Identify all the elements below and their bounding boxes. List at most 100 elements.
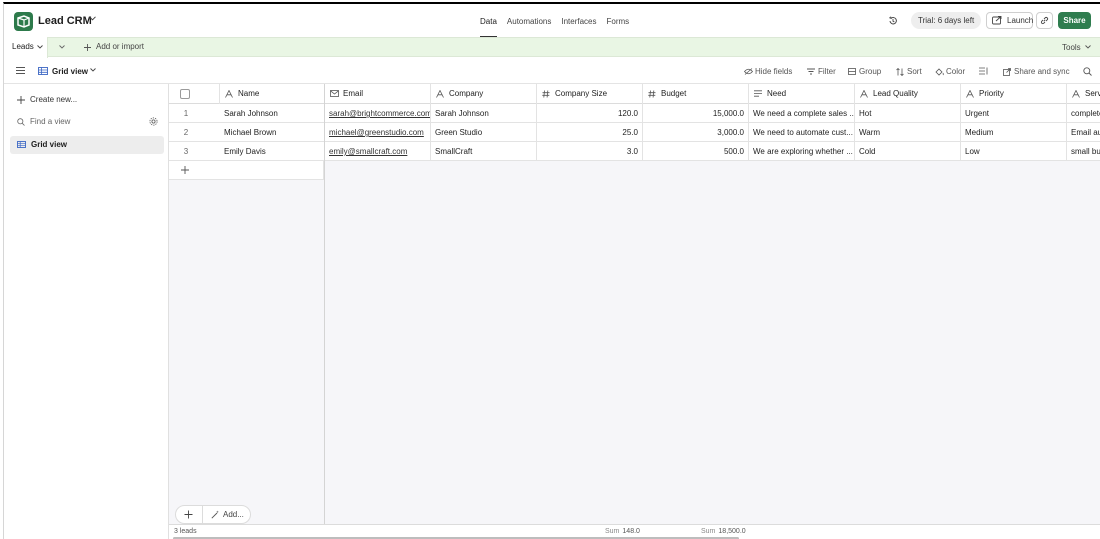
filter-button[interactable]: Filter [807,67,836,76]
cell-company-size[interactable]: 3.0 [537,142,643,161]
hamburger-menu-icon[interactable] [16,67,25,74]
nav-data[interactable]: Data [480,17,497,38]
gear-icon[interactable] [149,117,158,126]
group-button[interactable]: Group [848,67,881,76]
create-new-view-button[interactable]: Create new... [17,95,77,104]
add-record-row[interactable] [169,161,324,180]
cell-priority[interactable]: Urgent [961,104,1067,123]
cell-lead-quality[interactable]: Cold [855,142,961,161]
column-header-company-size[interactable]: Company Size [537,84,643,104]
add-or-import-button[interactable]: Add or import [84,42,144,51]
column-header-service[interactable]: Servi [1067,84,1100,104]
budget-sum[interactable]: Sum 18,500.0 [701,528,746,535]
hide-fields-button[interactable]: Hide fields [744,67,792,76]
color-label: Color [946,67,966,76]
search-icon[interactable] [1083,67,1092,76]
cell-name[interactable]: Sarah Johnson [220,104,325,123]
cell-service[interactable]: complete [1067,104,1100,123]
sum-value: 18,500.0 [718,528,746,535]
column-header-name[interactable]: Name [220,84,325,104]
cell-company[interactable]: SmallCraft [431,142,537,161]
tools-menu[interactable]: Tools [1062,43,1091,52]
cell-budget[interactable]: 500.0 [643,142,749,161]
cell-need[interactable]: We are exploring whether ... [749,142,855,161]
column-header-email[interactable]: Email [325,84,431,104]
cell-email[interactable]: emily@smallcraft.com [325,142,431,161]
add-button[interactable]: Add... [211,510,244,519]
chevron-down-icon[interactable] [37,45,43,49]
share-button[interactable]: Share [1058,12,1091,29]
launch-button[interactable]: Launch [986,12,1033,29]
table-row[interactable]: 3 Emily Davis emily@smallcraft.com Small… [169,142,1100,161]
cell-email[interactable]: michael@greenstudio.com [325,123,431,142]
find-view-input[interactable]: Find a view [17,117,157,126]
cell-service[interactable]: Email aut [1067,123,1100,142]
cell-email[interactable]: sarah@brightcommerce.com [325,104,431,123]
chevron-down-icon[interactable] [89,16,96,21]
column-label: Need [767,89,787,98]
cell-company[interactable]: Green Studio [431,123,537,142]
column-header-priority[interactable]: Priority [961,84,1067,104]
grid-header: Name Email Company Company Size Budget N… [169,84,1100,104]
nav-interfaces[interactable]: Interfaces [561,17,596,26]
views-sidebar: Create new... Find a view Grid view [4,84,169,539]
history-icon[interactable] [888,16,898,26]
share-and-sync-button[interactable]: Share and sync [1003,67,1070,76]
cell-need[interactable]: We need a complete sales ... [749,104,855,123]
select-all-checkbox[interactable] [180,89,190,99]
sidebar-item-grid-view[interactable]: Grid view [10,136,164,154]
cell-need[interactable]: We need to automate cust... [749,123,855,142]
base-title[interactable]: Lead CRM [38,15,92,27]
column-header-need[interactable]: Need [749,84,855,104]
record-count: 3 leads [174,528,197,535]
trial-badge[interactable]: Trial: 6 days left [911,12,982,29]
copy-link-button[interactable] [1036,12,1053,29]
cell-lead-quality[interactable]: Warm [855,123,961,142]
column-label: Company [449,89,484,98]
cell-company-size[interactable]: 120.0 [537,104,643,123]
column-header-lead-quality[interactable]: Lead Quality [855,84,961,104]
column-label: Servi [1085,89,1100,98]
cell-priority[interactable]: Low [961,142,1067,161]
base-logo-icon[interactable] [14,12,33,31]
tools-label: Tools [1062,43,1081,52]
plus-icon[interactable] [184,510,193,519]
sort-icon [896,68,904,76]
cell-company[interactable]: Sarah Johnson [431,104,537,123]
plus-icon [84,44,91,51]
grid-view-icon [38,67,48,75]
tab-leads[interactable]: Leads [4,37,48,58]
link-icon [1040,16,1049,25]
text-icon [1072,90,1080,98]
chevron-down-icon[interactable] [59,45,65,49]
sum-label: Sum [605,528,620,535]
email-icon [330,90,339,97]
cell-priority[interactable]: Medium [961,123,1067,142]
launch-icon [992,16,1002,25]
column-header-budget[interactable]: Budget [643,84,749,104]
table-row[interactable]: 2 Michael Brown michael@greenstudio.com … [169,123,1100,142]
chevron-down-icon[interactable] [90,68,96,72]
color-button[interactable]: Color [935,67,965,76]
company-size-sum[interactable]: Sum 148.0 [605,528,640,535]
nav-automations[interactable]: Automations [507,17,551,26]
tab-leads-label: Leads [12,42,34,51]
group-label: Group [859,67,882,76]
cell-lead-quality[interactable]: Hot [855,104,961,123]
column-header-company[interactable]: Company [431,84,537,104]
column-label: Lead Quality [873,89,918,98]
nav-forms[interactable]: Forms [607,17,630,26]
row-number: 1 [183,109,189,118]
launch-label: Launch [1007,16,1034,25]
row-height-icon[interactable] [979,67,988,75]
cell-name[interactable]: Michael Brown [220,123,325,142]
cell-company-size[interactable]: 25.0 [537,123,643,142]
table-row[interactable]: 1 Sarah Johnson sarah@brightcommerce.com… [169,104,1100,123]
cell-name[interactable]: Emily Davis [220,142,325,161]
sort-button[interactable]: Sort [896,67,922,76]
grid-view-icon [17,141,26,148]
view-switcher[interactable]: Grid view [52,67,88,76]
cell-budget[interactable]: 3,000.0 [643,123,749,142]
cell-service[interactable]: small bus [1067,142,1100,161]
cell-budget[interactable]: 15,000.0 [643,104,749,123]
